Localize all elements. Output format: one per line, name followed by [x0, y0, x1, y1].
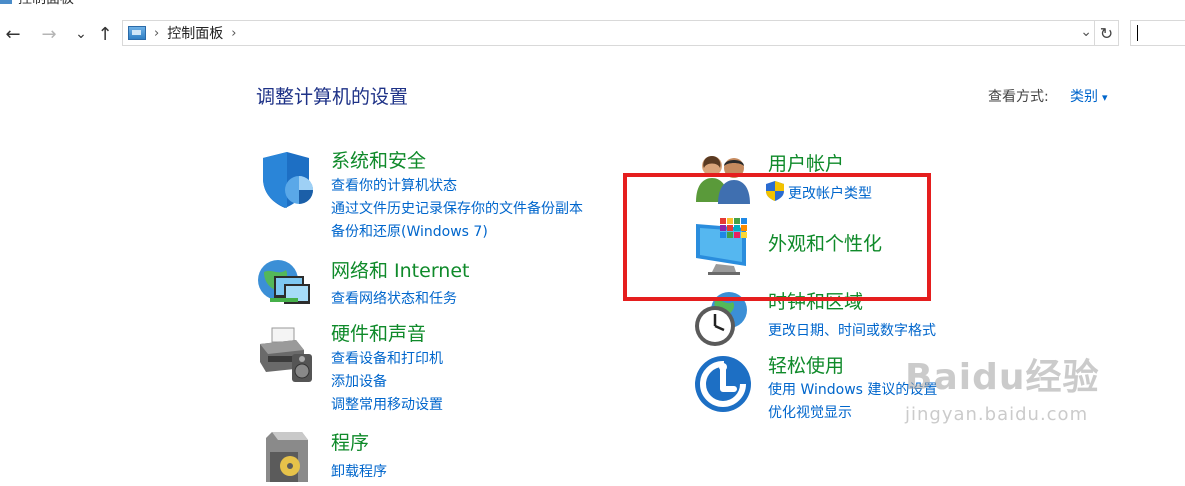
shield-icon[interactable]: [259, 152, 315, 208]
highlight-annotation-box: [623, 173, 931, 301]
watermark-brand: Baidu经验: [905, 357, 1100, 398]
address-dropdown-icon[interactable]: ⌄: [1080, 24, 1092, 40]
link-optimize-visual-display[interactable]: 优化视觉显示: [768, 402, 852, 422]
link-network-status-tasks[interactable]: 查看网络状态和任务: [331, 288, 457, 308]
link-view-computer-status[interactable]: 查看你的计算机状态: [331, 175, 457, 195]
link-uninstall-program[interactable]: 卸载程序: [331, 461, 387, 481]
breadcrumb-control-panel[interactable]: 控制面板: [167, 23, 223, 43]
refresh-button[interactable]: ↻: [1095, 20, 1119, 46]
view-by-dropdown[interactable]: 类别: [1070, 86, 1108, 106]
recent-locations-button[interactable]: ⌄: [70, 22, 92, 46]
chevron-down-icon: ⌄: [75, 26, 87, 42]
search-input[interactable]: [1130, 20, 1185, 46]
category-ease-of-access[interactable]: 轻松使用: [768, 351, 844, 378]
page-title: 调整计算机的设置: [256, 86, 409, 108]
back-button[interactable]: ←: [2, 22, 24, 46]
refresh-icon: ↻: [1099, 23, 1114, 43]
link-add-device[interactable]: 添加设备: [331, 371, 387, 391]
control-panel-icon: [128, 26, 146, 40]
category-programs[interactable]: 程序: [331, 428, 369, 455]
breadcrumb-separator: ›: [154, 25, 160, 41]
link-backup-restore[interactable]: 备份和还原(Windows 7): [331, 221, 488, 241]
category-system-security[interactable]: 系统和安全: [331, 146, 426, 173]
breadcrumb-separator[interactable]: ›: [231, 26, 236, 41]
accessibility-icon[interactable]: [694, 355, 751, 412]
window-title-text: 控制面板: [18, 0, 74, 8]
programs-icon[interactable]: [262, 430, 318, 486]
baidu-watermark: Baidu经验 jingyan.baidu.com: [905, 348, 1099, 425]
category-hardware-sound[interactable]: 硬件和声音: [331, 319, 426, 346]
window-title: 控制面板: [0, 0, 74, 8]
forward-button[interactable]: →: [38, 22, 60, 46]
text-caret: [1137, 25, 1138, 41]
category-user-accounts[interactable]: 用户帐户: [768, 149, 844, 176]
network-icon[interactable]: [256, 254, 312, 310]
control-panel-icon: [0, 0, 12, 4]
link-change-date-time-format[interactable]: 更改日期、时间或数字格式: [768, 320, 936, 340]
category-network-internet[interactable]: 网络和 Internet: [331, 256, 469, 283]
link-file-history-backup[interactable]: 通过文件历史记录保存你的文件备份副本: [331, 198, 583, 218]
up-button[interactable]: ↑: [94, 22, 116, 46]
back-arrow-icon: ←: [5, 23, 21, 45]
view-by-label: 查看方式:: [988, 89, 1049, 105]
forward-arrow-icon: →: [41, 23, 57, 45]
printer-icon[interactable]: [256, 326, 312, 382]
link-mobility-settings[interactable]: 调整常用移动设置: [331, 394, 443, 414]
watermark-url: jingyan.baidu.com: [905, 404, 1089, 425]
up-arrow-icon: ↑: [97, 23, 113, 45]
link-devices-printers[interactable]: 查看设备和打印机: [331, 348, 443, 368]
address-bar[interactable]: › 控制面板 › ⌄: [122, 20, 1095, 46]
